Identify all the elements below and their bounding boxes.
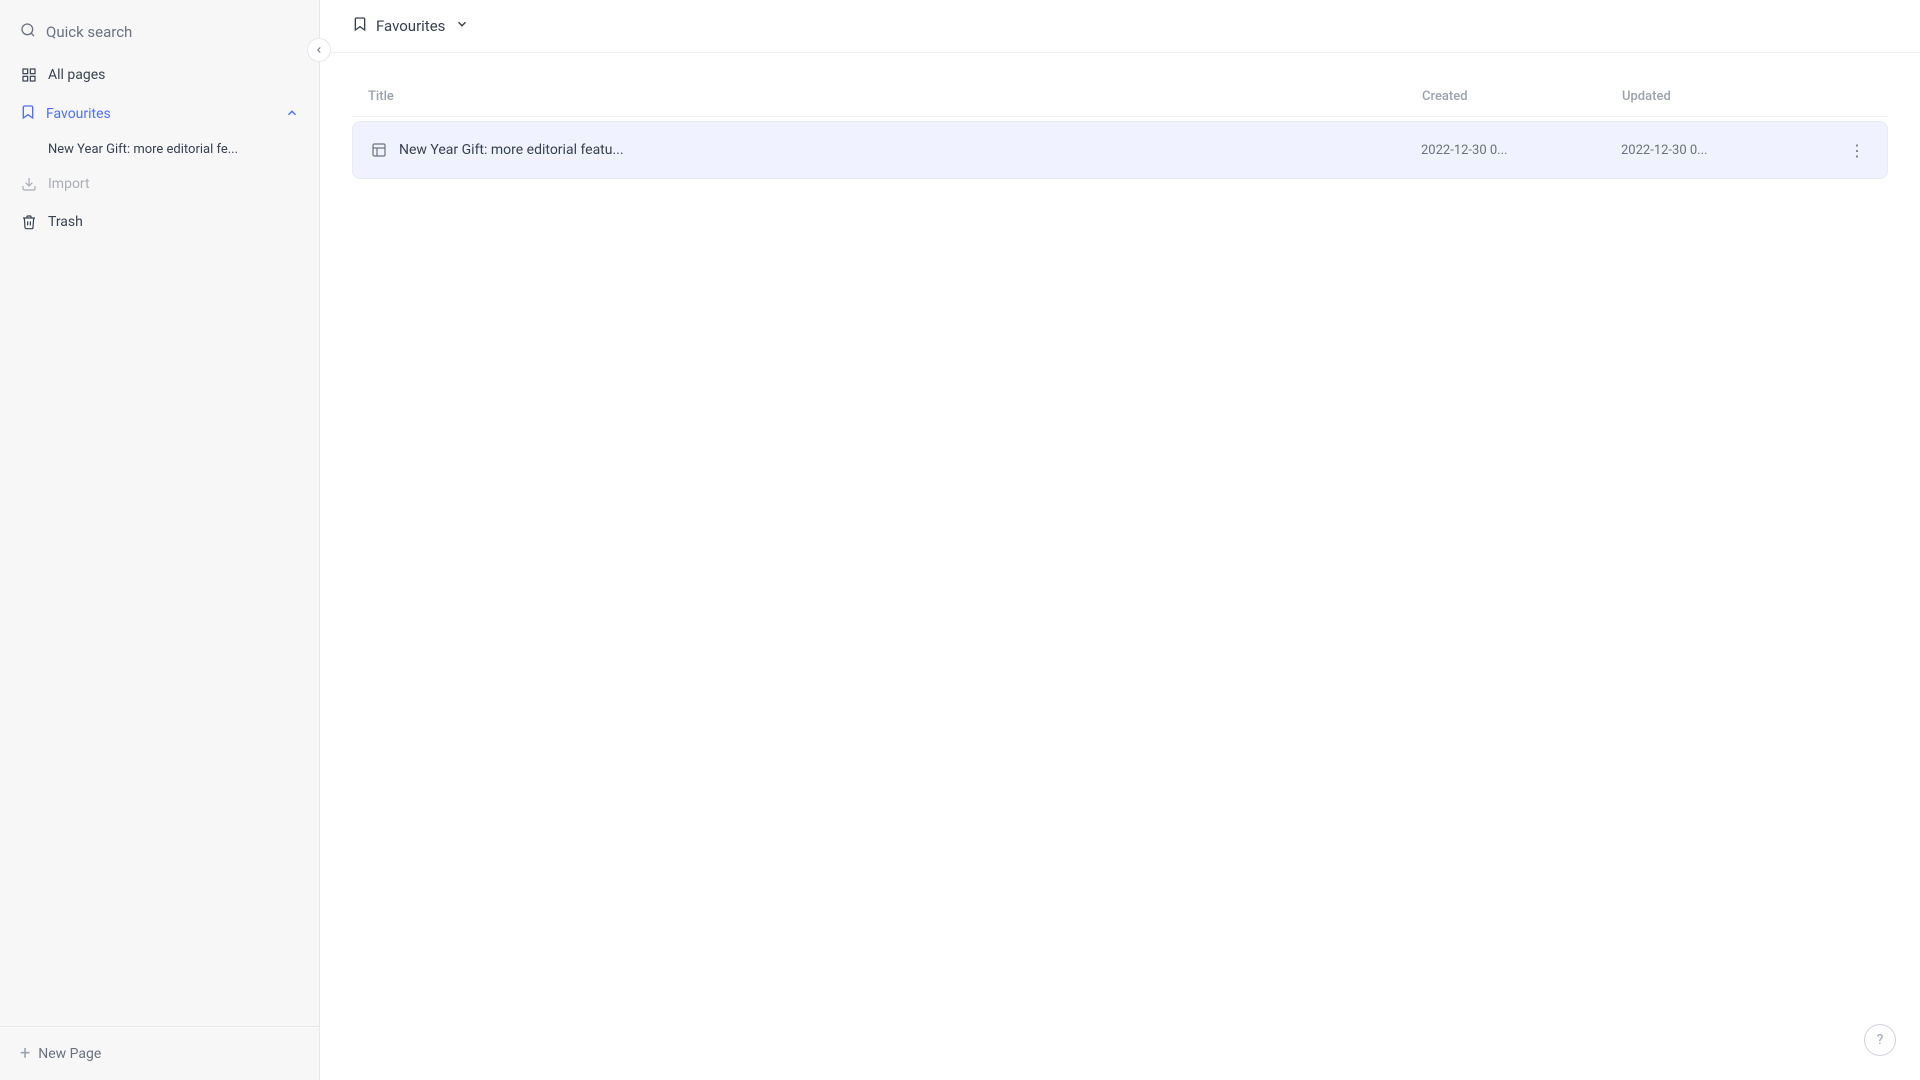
favourites-header-left: Favourites	[20, 104, 111, 124]
import-label: Import	[48, 176, 90, 192]
favourites-page-title[interactable]: Favourites	[352, 16, 469, 36]
chevron-up-icon	[285, 106, 299, 123]
search-icon	[20, 22, 36, 42]
favourites-section: Favourites New Year Gift: more editorial…	[0, 94, 319, 165]
help-button[interactable]: ?	[1864, 1024, 1896, 1056]
header-bookmark-icon	[352, 16, 368, 36]
row-title-cell: New Year Gift: more editorial featu...	[369, 140, 1421, 160]
table-header: Title Created Updated	[352, 77, 1888, 117]
col-actions	[1822, 89, 1872, 104]
plus-icon: +	[20, 1043, 30, 1064]
pages-icon	[20, 66, 38, 84]
bookmark-icon	[20, 104, 36, 124]
main-content: Favourites Title Created Updated	[320, 0, 1920, 1080]
favourites-sub-item[interactable]: New Year Gift: more editorial fe...	[0, 134, 319, 165]
col-title: Title	[368, 89, 1422, 104]
page-title-text: Favourites	[376, 17, 445, 35]
sidebar: Quick search All pages	[0, 0, 320, 1080]
row-actions: ⋮	[1821, 136, 1871, 164]
favourites-header[interactable]: Favourites	[0, 94, 319, 134]
all-pages-label: All pages	[48, 67, 105, 83]
import-icon	[20, 175, 38, 193]
collapse-sidebar-button[interactable]	[307, 38, 331, 62]
more-options-button[interactable]: ⋮	[1843, 136, 1871, 164]
page-icon	[369, 140, 389, 160]
col-created: Created	[1422, 89, 1622, 104]
quick-search-label: Quick search	[46, 23, 132, 41]
header-chevron-down-icon	[455, 17, 469, 35]
table-row[interactable]: New Year Gift: more editorial featu... 2…	[352, 121, 1888, 179]
sidebar-item-trash[interactable]: Trash	[0, 203, 319, 241]
new-page-label: New Page	[38, 1046, 101, 1062]
sidebar-content: Quick search All pages	[0, 0, 319, 1026]
main-header: Favourites	[320, 0, 1920, 53]
row-created-date: 2022-12-30 0...	[1421, 143, 1621, 158]
trash-label: Trash	[48, 214, 83, 230]
row-title-text: New Year Gift: more editorial featu...	[399, 142, 624, 158]
main-body: Title Created Updated New Year Gift: mor…	[320, 53, 1920, 1080]
col-updated: Updated	[1622, 89, 1822, 104]
favourites-label: Favourites	[46, 106, 111, 122]
sidebar-item-import[interactable]: Import	[0, 165, 319, 203]
trash-icon	[20, 213, 38, 231]
row-updated-date: 2022-12-30 0...	[1621, 143, 1821, 158]
new-page-button[interactable]: + New Page	[0, 1026, 319, 1080]
quick-search[interactable]: Quick search	[0, 8, 319, 56]
sidebar-item-all-pages[interactable]: All pages	[0, 56, 319, 94]
help-icon: ?	[1877, 1032, 1884, 1048]
